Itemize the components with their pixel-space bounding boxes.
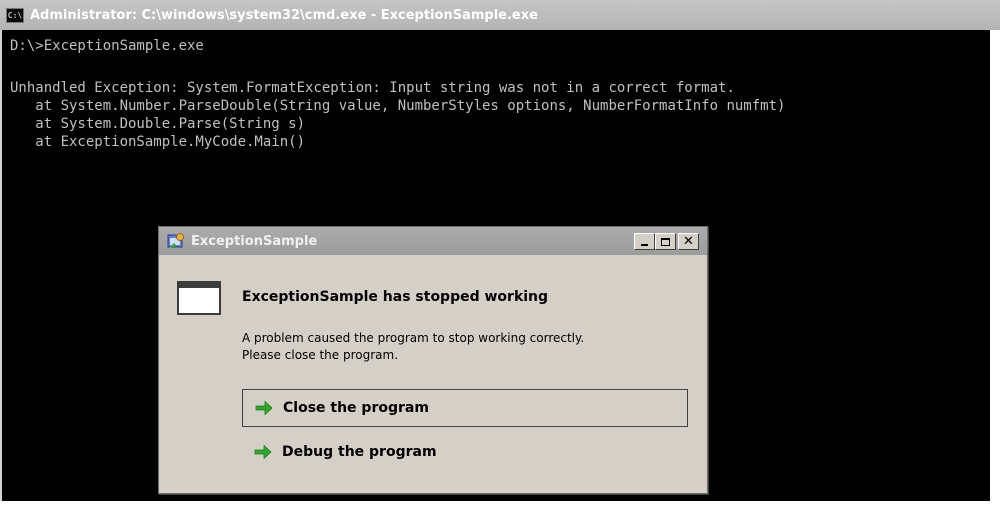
minimize-button[interactable]	[634, 233, 655, 250]
window-controls: ✕	[634, 233, 699, 250]
cmd-titlebar[interactable]: C:\ Administrator: C:\windows\system32\c…	[0, 0, 1000, 31]
minimize-icon	[641, 244, 648, 246]
dialog-description: A problem caused the program to stop wor…	[242, 330, 682, 364]
console-line: at System.Double.Parse(String s)	[10, 116, 306, 132]
dialog-heading: ExceptionSample has stopped working	[242, 289, 549, 305]
window-border	[0, 501, 1000, 513]
green-arrow-icon	[255, 400, 273, 416]
dialog-titlebar[interactable]: ExceptionSample ✕	[159, 227, 707, 255]
console-icon: C:\	[6, 7, 24, 23]
window-border	[0, 30, 2, 513]
program-window-icon	[177, 281, 221, 315]
green-arrow-icon	[254, 444, 272, 460]
window-border	[990, 30, 1000, 513]
close-button[interactable]: ✕	[678, 233, 699, 250]
close-program-option[interactable]: Close the program	[242, 389, 688, 427]
description-line: A problem caused the program to stop wor…	[242, 331, 585, 345]
console-line: at System.Number.ParseDouble(String valu…	[10, 98, 786, 114]
description-line: Please close the program.	[242, 348, 399, 362]
debug-program-label: Debug the program	[282, 444, 437, 460]
dialog-title: ExceptionSample	[191, 233, 318, 249]
debug-program-option[interactable]: Debug the program	[242, 433, 688, 471]
console-line: D:\>ExceptionSample.exe	[10, 38, 204, 54]
console-line: at ExceptionSample.MyCode.Main()	[10, 134, 306, 150]
app-icon	[167, 232, 185, 250]
close-program-label: Close the program	[283, 400, 429, 416]
console-line: Unhandled Exception: System.FormatExcept…	[10, 80, 735, 96]
cmd-window-title: Administrator: C:\windows\system32\cmd.e…	[30, 7, 538, 23]
maximize-button[interactable]	[655, 233, 676, 250]
error-dialog: ExceptionSample ✕ ExceptionSample has st…	[158, 226, 708, 494]
close-icon: ✕	[683, 234, 694, 249]
maximize-icon	[661, 237, 670, 246]
dialog-content: ExceptionSample has stopped working A pr…	[159, 255, 707, 493]
